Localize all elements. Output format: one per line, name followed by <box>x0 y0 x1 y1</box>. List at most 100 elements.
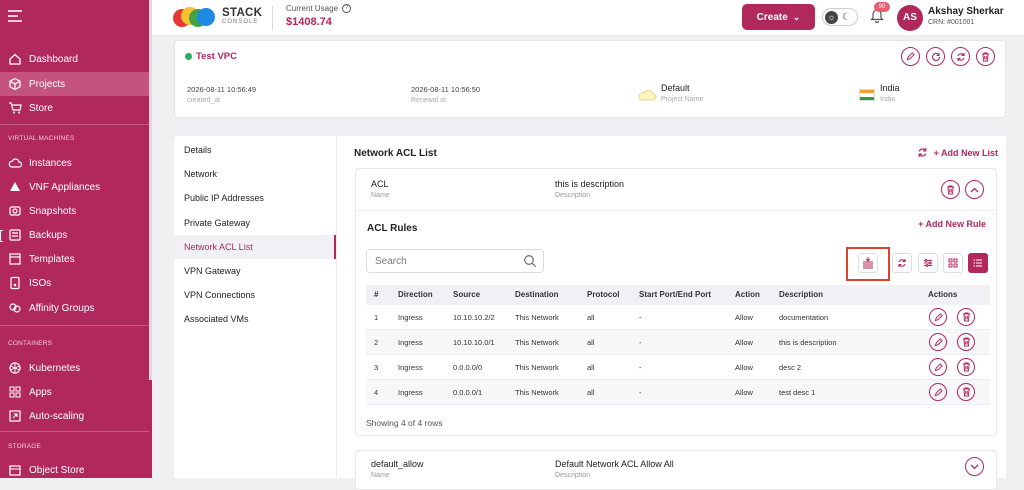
add-new-rule-button[interactable]: + Add New Rule <box>918 219 986 229</box>
table-cell: Allow <box>735 388 753 397</box>
sidebar-item-isos[interactable]: ISOs <box>0 271 149 295</box>
table-cell: Ingress <box>398 338 423 347</box>
collapse-acl-button[interactable] <box>965 180 984 199</box>
restart-button[interactable] <box>926 47 945 66</box>
sidebar-item-kubernetes[interactable]: Kubernetes <box>0 356 149 380</box>
chevron-down-icon <box>970 464 979 469</box>
create-button[interactable]: Create ⌄ <box>742 4 815 30</box>
vpc-summary-card: Test VPC 2026-08-11 10:56:49 created_at … <box>174 40 1006 118</box>
table-header: # Direction Source Destination Protocol … <box>366 285 990 305</box>
search-icon[interactable] <box>523 254 537 268</box>
menu-toggle-icon[interactable] <box>8 10 22 22</box>
expand-acl-button[interactable] <box>965 457 984 476</box>
sidebar-item-label: Apps <box>29 386 52 398</box>
delete-rule-button[interactable] <box>957 308 975 326</box>
sidebar-item-label: ISOs <box>29 277 52 289</box>
refresh-icon <box>898 259 906 267</box>
tab-vpn-connections[interactable]: VPN Connections <box>174 283 336 307</box>
table-cell: this is description <box>779 338 837 347</box>
sidebar-item-object-store[interactable]: Object Store <box>0 458 149 482</box>
restart-icon <box>931 52 940 61</box>
kubernetes-icon <box>8 361 22 375</box>
section-containers: CONTAINERS <box>8 340 53 347</box>
delete-acl-button[interactable] <box>941 180 960 199</box>
edit-rule-button[interactable] <box>929 308 947 326</box>
column-header: Destination <box>515 290 559 299</box>
table-cell: 0.0.0.0/0 <box>453 363 483 372</box>
table-cell: documentation <box>779 313 829 322</box>
acl2-description-field: Default Network ACL Allow All Descriptio… <box>555 459 674 479</box>
sidebar-item-label: Object Store <box>29 464 85 476</box>
table-row: 4 Ingress 0.0.0.0/1 This Network all - Allow te… <box>366 380 990 405</box>
column-header: Source <box>453 290 481 299</box>
table-cell: This Network <box>515 338 559 347</box>
user-crn: CRN: #001001 <box>928 19 975 26</box>
tab-details[interactable]: Details <box>174 138 336 162</box>
project-field: Default Project Name <box>661 83 703 103</box>
avatar[interactable]: AS <box>897 5 923 31</box>
table-cell: - <box>639 338 642 347</box>
trash-icon <box>947 185 954 194</box>
created-at-value: 2026-08-11 10:56:49 <box>187 85 257 94</box>
sidebar-item-dashboard[interactable]: Dashboard <box>0 47 149 71</box>
tab-vpn-gateway[interactable]: VPN Gateway <box>174 259 336 283</box>
tab-network[interactable]: Network <box>174 162 336 186</box>
sidebar-item-store[interactable]: Store <box>0 96 149 120</box>
edit-rule-button[interactable] <box>929 358 947 376</box>
filter-button[interactable] <box>918 253 938 273</box>
refresh-rules-button[interactable] <box>892 253 912 273</box>
tab-network-acl-list[interactable]: Network ACL List <box>174 235 336 259</box>
sidebar-item-instances[interactable]: Instances <box>0 151 149 175</box>
disc-icon <box>8 276 22 290</box>
tab-private-gateway[interactable]: Private Gateway <box>174 211 336 235</box>
edit-button[interactable] <box>901 47 920 66</box>
detail-tabs: Details Network Public IP Addresses Priv… <box>174 136 336 478</box>
list-view-button[interactable] <box>968 253 988 273</box>
cloud-icon <box>8 156 22 170</box>
edit-rule-button[interactable] <box>929 333 947 351</box>
trash-icon <box>962 337 970 347</box>
help-icon[interactable]: ? <box>342 4 352 13</box>
grid-view-button[interactable] <box>943 253 963 273</box>
acl-description: this is description <box>555 179 625 189</box>
delete-rule-button[interactable] <box>957 358 975 376</box>
scaling-icon <box>8 409 22 423</box>
table-cell: This Network <box>515 388 559 397</box>
user-info[interactable]: Akshay Sherkar CRN: #001001 <box>928 6 1004 26</box>
refresh-list-icon[interactable] <box>917 147 928 158</box>
sidebar-item-affinity-groups[interactable]: Affinity Groups <box>0 296 149 320</box>
usage-amount: $1408.74 <box>286 16 332 28</box>
sidebar-item-apps[interactable]: Apps <box>0 380 149 404</box>
theme-toggle[interactable]: ☼ ☾ <box>822 8 858 26</box>
refresh-button[interactable] <box>951 47 970 66</box>
backup-icon <box>8 228 22 242</box>
sidebar-item-label: Backups <box>29 229 68 241</box>
storage-icon <box>8 463 22 477</box>
delete-rule-button[interactable] <box>957 383 975 401</box>
tab-associated-vms[interactable]: Associated VMs <box>174 307 336 331</box>
sidebar-item-templates[interactable]: Templates <box>0 247 149 271</box>
delete-button[interactable] <box>976 47 995 66</box>
sidebar-item-projects[interactable]: Projects <box>0 72 149 96</box>
acl-card: ACL Name this is description Description <box>355 168 997 436</box>
acl-panel: Network ACL List + Add New List ACL Name… <box>336 136 1006 490</box>
tab-public-ip-addresses[interactable]: Public IP Addresses <box>174 186 336 210</box>
sidebar-item-snapshots[interactable]: Snapshots <box>0 199 149 223</box>
table-cell: 3 <box>374 363 379 372</box>
project-label: Project Name <box>661 96 704 103</box>
sidebar-item-label: Projects <box>29 78 66 90</box>
sidebar-item-vnf-appliances[interactable]: VNF Appliances <box>0 175 149 199</box>
sidebar-item-label: Auto-scaling <box>29 410 85 422</box>
table-cell: all <box>587 313 595 322</box>
edit-rule-button[interactable] <box>929 383 947 401</box>
table-cell: desc 2 <box>779 363 802 372</box>
search-input[interactable] <box>367 250 507 272</box>
table-cell: Allow <box>735 338 753 347</box>
delete-rule-button[interactable] <box>957 333 975 351</box>
logo[interactable]: STACK CONSOLE <box>172 5 262 31</box>
export-button[interactable] <box>858 253 878 273</box>
add-new-list-button[interactable]: + Add New List <box>934 148 998 158</box>
trash-icon <box>962 362 970 372</box>
sidebar-item-backups[interactable]: Backups <box>0 223 149 247</box>
sidebar-item-auto-scaling[interactable]: Auto-scaling <box>0 404 149 428</box>
